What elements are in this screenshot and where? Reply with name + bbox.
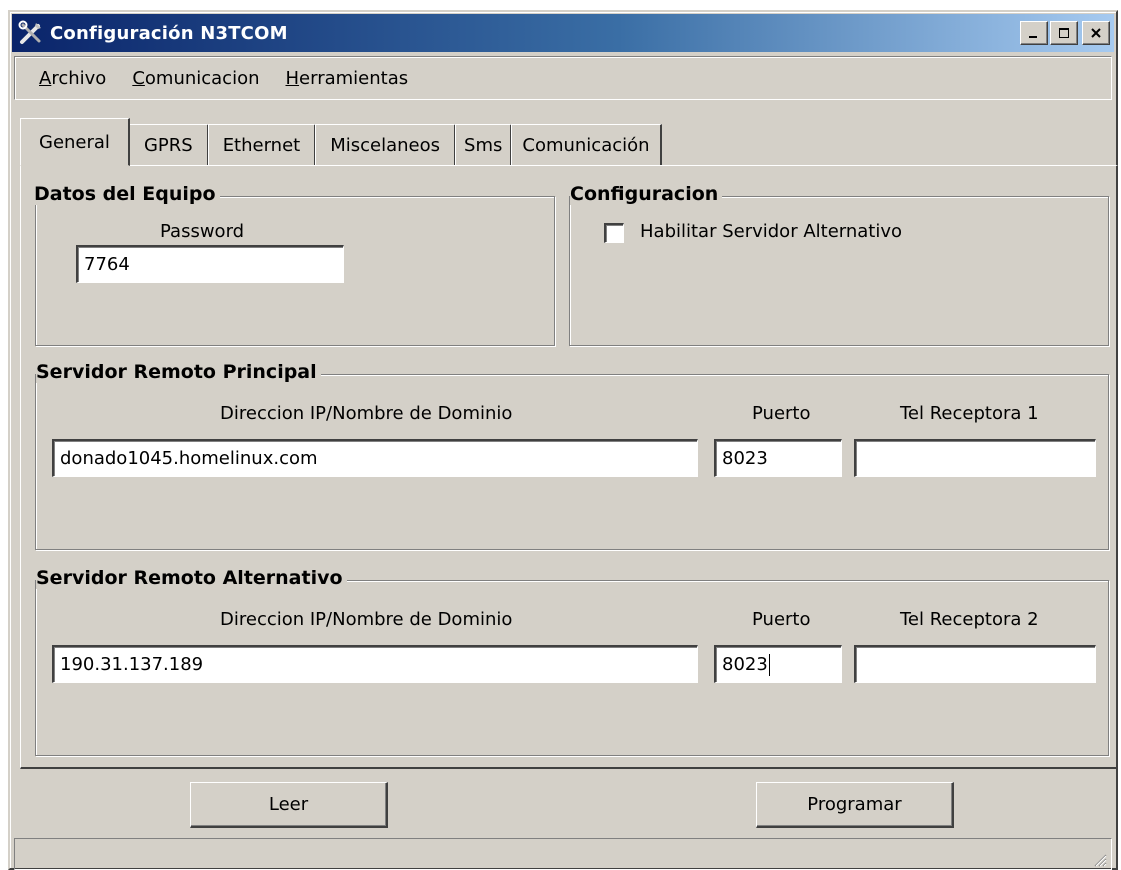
tel-field[interactable]: [854, 439, 1096, 477]
maximize-icon: [1059, 28, 1069, 38]
close-button[interactable]: [1082, 21, 1110, 45]
minimize-icon: [1029, 36, 1037, 38]
password-label: Password: [160, 221, 245, 242]
maximize-button[interactable]: [1050, 21, 1078, 45]
programar-button[interactable]: Programar: [756, 782, 954, 828]
text-caret: [768, 654, 770, 676]
ip-field[interactable]: 190.31.137.189: [52, 645, 698, 683]
menu-label: rchivo: [51, 67, 107, 89]
tools-icon: [18, 20, 41, 44]
group-datos-equipo: Datos del Equipo Password 7764: [34, 183, 555, 346]
group-title: Servidor Remoto Alternativo: [36, 567, 347, 589]
group-configuracion: Configuracion Habilitar Servidor Alterna…: [569, 183, 1109, 346]
tab-sms[interactable]: Sms: [455, 124, 513, 166]
port-field[interactable]: 8023: [714, 439, 842, 477]
ip-field[interactable]: donado1045.homelinux.com: [52, 439, 698, 477]
tel-label: Tel Receptora 1: [900, 403, 1039, 424]
menu-label: omunicacion: [144, 67, 260, 89]
group-title: Datos del Equipo: [34, 183, 220, 205]
tel-field[interactable]: [854, 645, 1096, 683]
tel-label: Tel Receptora 2: [900, 609, 1039, 630]
menu-label: erramientas: [299, 67, 409, 89]
title-bar[interactable]: Configuración N3TCOM: [12, 14, 1114, 52]
tab-panel-general: Datos del Equipo Password 7764 Configura…: [20, 165, 1118, 769]
menu-bar: Archivo Comunicacion Herramientas: [14, 56, 1112, 100]
tab-strip: General GPRS Ethernet Miscelaneos Sms Co…: [20, 118, 662, 166]
leer-button[interactable]: Leer: [190, 782, 388, 828]
tab-comunicacion[interactable]: Comunicación: [511, 124, 662, 166]
menu-comunicacion[interactable]: Comunicacion: [128, 66, 263, 91]
tab-miscelaneos[interactable]: Miscelaneos: [315, 124, 457, 166]
main-window: Configuración N3TCOM Archivo Comunicacio…: [8, 10, 1118, 870]
port-label: Puerto: [752, 403, 811, 424]
menu-herramientas[interactable]: Herramientas: [282, 66, 413, 91]
habilitar-servidor-checkbox[interactable]: [604, 223, 624, 243]
minimize-button[interactable]: [1020, 21, 1048, 45]
ip-label: Direccion IP/Nombre de Dominio: [220, 609, 513, 630]
menu-archivo[interactable]: Archivo: [35, 66, 110, 91]
window-controls: [1020, 21, 1110, 45]
port-field[interactable]: 8023: [714, 645, 842, 683]
menu-accel: H: [285, 67, 300, 89]
menu-accel: A: [39, 67, 52, 89]
tab-gprs[interactable]: GPRS: [128, 124, 209, 166]
tab-ethernet[interactable]: Ethernet: [207, 124, 317, 166]
resize-grip-icon[interactable]: [1091, 851, 1107, 867]
group-title: Configuracion: [570, 183, 723, 205]
close-icon: [1091, 28, 1101, 38]
window-title: Configuración N3TCOM: [50, 22, 288, 44]
group-servidor-alternativo: Servidor Remoto Alternativo Direccion IP…: [35, 567, 1109, 756]
habilitar-servidor-label: Habilitar Servidor Alternativo: [640, 221, 903, 242]
group-title: Servidor Remoto Principal: [36, 361, 321, 383]
ip-label: Direccion IP/Nombre de Dominio: [220, 403, 513, 424]
menu-accel: C: [132, 67, 145, 89]
port-label: Puerto: [752, 609, 811, 630]
port-value: 8023: [722, 654, 768, 675]
password-field[interactable]: 7764: [76, 245, 344, 283]
status-bar: [14, 838, 1112, 870]
tab-general[interactable]: General: [20, 118, 130, 166]
group-servidor-principal: Servidor Remoto Principal Direccion IP/N…: [35, 361, 1109, 550]
